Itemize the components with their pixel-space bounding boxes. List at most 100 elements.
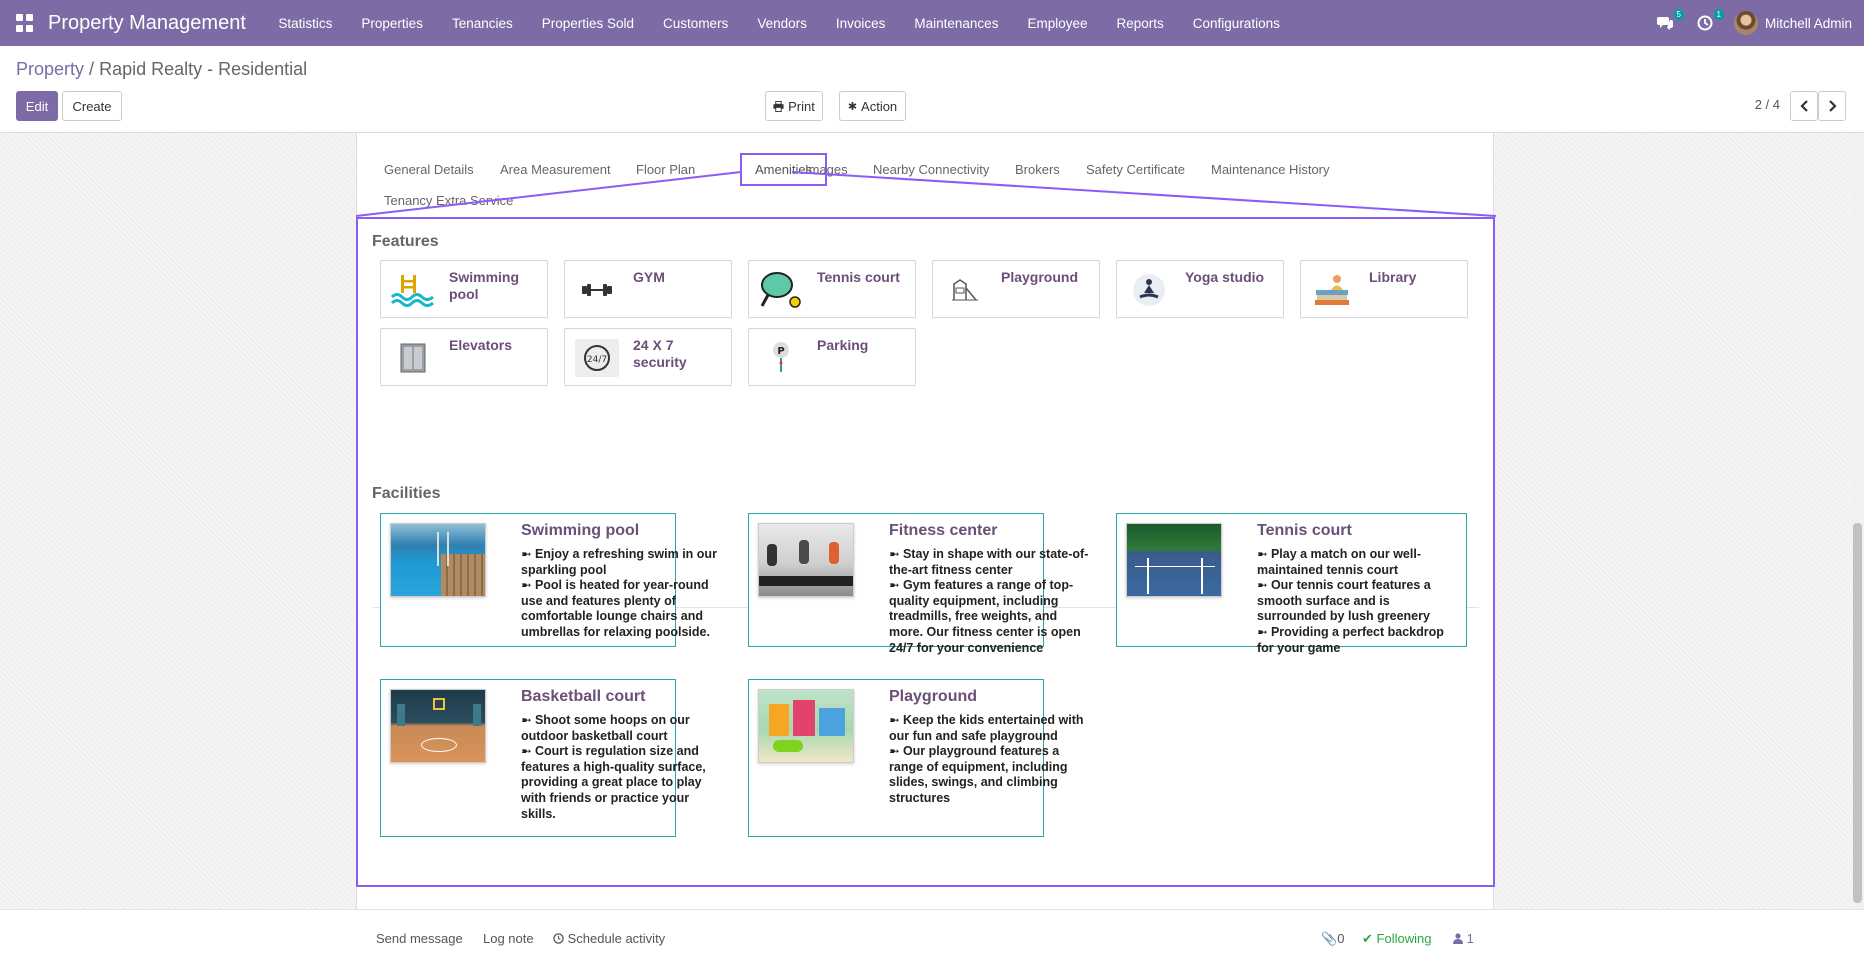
feature-swimming-pool[interactable]: Swimming pool: [380, 260, 548, 318]
feature-yoga-studio[interactable]: Yoga studio: [1116, 260, 1284, 318]
facility-line: ➼ Pool is heated for year-round use and …: [521, 578, 710, 639]
feature-tennis-court[interactable]: Tennis court: [748, 260, 916, 318]
gear-icon: ✱: [847, 100, 858, 113]
svg-text:24/7: 24/7: [587, 355, 607, 365]
navbar-systray: 5 1 Mitchell Admin: [1654, 0, 1852, 46]
elevator-icon: [391, 339, 435, 377]
action-button[interactable]: ✱ Action: [839, 91, 906, 121]
vertical-scrollbar[interactable]: [1851, 133, 1864, 909]
log-note-button[interactable]: Log note: [483, 931, 534, 946]
menu-tenancies[interactable]: Tenancies: [437, 16, 527, 31]
facility-card-basketball-court[interactable]: Basketball court ➼ Shoot some hoops on o…: [380, 679, 706, 837]
feature-label: Library: [1369, 269, 1417, 285]
breadcrumb: Property / Rapid Realty - Residential: [16, 59, 307, 80]
user-menu[interactable]: Mitchell Admin: [1733, 11, 1852, 35]
edit-button[interactable]: Edit: [16, 91, 58, 121]
racket-icon: [759, 271, 803, 309]
attachments-button[interactable]: 📎0: [1321, 931, 1344, 947]
menu-reports[interactable]: Reports: [1102, 16, 1178, 31]
paperclip-icon: 📎: [1321, 931, 1338, 946]
menu-customers[interactable]: Customers: [649, 16, 743, 31]
following-button[interactable]: ✔ Following: [1362, 931, 1431, 947]
top-navbar: Property Management Statistics Propertie…: [0, 0, 1864, 46]
facility-card-tennis-court[interactable]: Tennis court ➼ Play a match on our well-…: [1116, 513, 1467, 655]
facility-title: Tennis court: [1257, 522, 1352, 539]
menu-employee[interactable]: Employee: [1013, 16, 1102, 31]
feature-label: 24 X 7 security: [633, 337, 687, 370]
tab-brokers[interactable]: Brokers: [1015, 162, 1060, 177]
tab-general-details[interactable]: General Details: [384, 162, 474, 177]
followers-count: 1: [1466, 931, 1474, 946]
tab-maintenance-history[interactable]: Maintenance History: [1211, 162, 1330, 177]
feature-elevators[interactable]: Elevators: [380, 328, 548, 386]
basketball-court-photo: [390, 689, 486, 763]
facility-description: ➼ Keep the kids entertained with our fun…: [889, 713, 1089, 807]
playground-photo: [758, 689, 854, 763]
breadcrumb-separator: /: [89, 59, 95, 79]
menu-statistics[interactable]: Statistics: [264, 16, 347, 31]
facility-line: ➼ Stay in shape with our state-of-the-ar…: [889, 547, 1089, 577]
menu-vendors[interactable]: Vendors: [743, 16, 822, 31]
menu-invoices[interactable]: Invoices: [821, 16, 900, 31]
svg-text:P: P: [777, 346, 784, 357]
tab-safety-certificate[interactable]: Safety Certificate: [1086, 162, 1185, 177]
print-icon: [773, 100, 784, 112]
tab-tenancy-extra-service[interactable]: Tenancy Extra Service: [384, 193, 513, 208]
menu-maintenances[interactable]: Maintenances: [900, 16, 1013, 31]
facility-description: ➼ Enjoy a refreshing swim in our sparkli…: [521, 547, 721, 641]
pager-value[interactable]: 2 / 4: [1755, 97, 1780, 112]
tab-floor-plan[interactable]: Floor Plan: [636, 162, 695, 177]
feature-gym[interactable]: GYM: [564, 260, 732, 318]
notebook-tabs: General Details Area Measurement Floor P…: [356, 153, 1494, 223]
facility-card-playground[interactable]: Playground ➼ Keep the kids entertained w…: [748, 679, 1084, 837]
menu-properties[interactable]: Properties: [347, 16, 438, 31]
amenities-panel: Features Swimming pool GYM Tennis court …: [356, 217, 1495, 887]
facility-title: Swimming pool: [521, 522, 640, 539]
feature-parking[interactable]: P Parking: [748, 328, 916, 386]
form-content-area: General Details Area Measurement Floor P…: [0, 133, 1864, 909]
facility-card-swimming-pool[interactable]: Swimming pool ➼ Enjoy a refreshing swim …: [380, 513, 717, 647]
attachments-count: 0: [1337, 931, 1345, 946]
facility-title: Fitness center: [889, 522, 998, 539]
facilities-title: Facilities: [372, 485, 441, 502]
check-icon: ✔: [1362, 931, 1373, 946]
send-message-button[interactable]: Send message: [376, 931, 463, 946]
facility-line: ➼ Keep the kids entertained with our fun…: [889, 713, 1084, 743]
feature-label: Playground: [1001, 269, 1079, 285]
swimming-pool-photo: [390, 523, 486, 597]
feature-label: Elevators: [449, 337, 513, 353]
pager-next-button[interactable]: [1818, 91, 1846, 121]
tab-nearby-connectivity[interactable]: Nearby Connectivity: [873, 162, 989, 177]
feature-playground[interactable]: Playground: [932, 260, 1100, 318]
facility-title: Playground: [889, 688, 978, 705]
create-button[interactable]: Create: [62, 91, 122, 121]
feature-library[interactable]: Library: [1300, 260, 1468, 318]
print-button[interactable]: Print: [765, 91, 823, 121]
facility-description: ➼ Play a match on our well-maintained te…: [1257, 547, 1457, 656]
menu-properties-sold[interactable]: Properties Sold: [527, 16, 648, 31]
activities-icon[interactable]: 1: [1694, 9, 1724, 34]
breadcrumb-current: Rapid Realty - Residential: [99, 59, 308, 79]
breadcrumb-parent-link[interactable]: Property: [16, 59, 84, 79]
messages-icon[interactable]: 5: [1654, 9, 1684, 34]
app-brand[interactable]: Property Management: [48, 12, 246, 35]
followers-button[interactable]: 1: [1453, 931, 1474, 946]
tab-area-measurement[interactable]: Area Measurement: [500, 162, 611, 177]
tab-images[interactable]: Images: [805, 162, 848, 177]
menu-configurations[interactable]: Configurations: [1178, 16, 1294, 31]
schedule-activity-button[interactable]: Schedule activity: [553, 931, 665, 946]
apps-menu-icon[interactable]: [16, 14, 34, 32]
pager-previous-button[interactable]: [1790, 91, 1818, 121]
schedule-activity-label: Schedule activity: [567, 931, 666, 946]
dumbbell-icon: [575, 271, 619, 309]
facility-card-fitness-center[interactable]: Fitness center ➼ Stay in shape with our …: [748, 513, 1088, 655]
features-title: Features: [372, 233, 439, 250]
facility-title: Basketball court: [521, 688, 646, 705]
swimming-pool-icon: [391, 271, 435, 309]
feature-24x7-security[interactable]: 24/7 24 X 7 security: [564, 328, 732, 386]
scrollbar-thumb[interactable]: [1853, 523, 1862, 903]
action-label: Action: [861, 98, 898, 114]
parking-icon: P: [759, 339, 803, 377]
tennis-court-photo: [1126, 523, 1222, 597]
chevron-right-icon: [1828, 100, 1837, 112]
